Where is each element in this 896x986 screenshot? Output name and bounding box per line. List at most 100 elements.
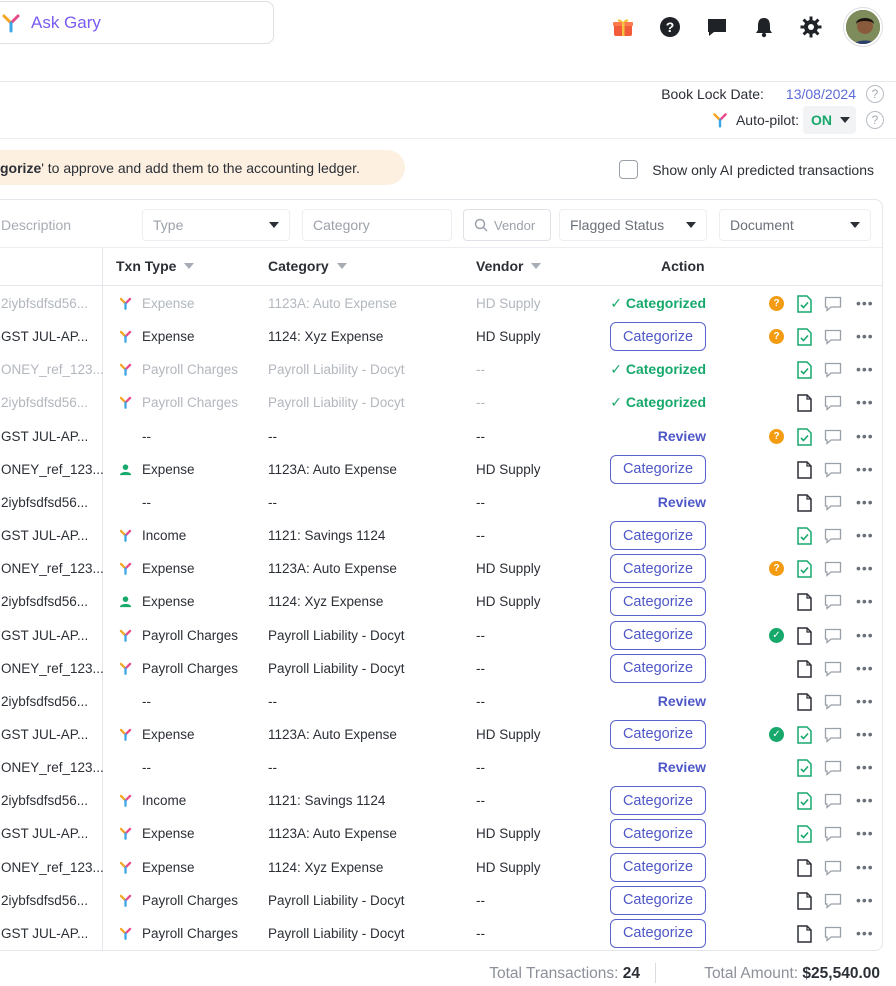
table-row[interactable]: 2iybfsdfsd56... Payroll Charges Payroll Li… <box>0 884 882 917</box>
more-options-icon[interactable]: ••• <box>856 825 874 841</box>
document-verified-icon[interactable] <box>797 560 812 578</box>
table-row[interactable]: GST JUL-AP... Income 1121: Savings 1124 -- C… <box>0 519 882 552</box>
comment-icon[interactable] <box>824 760 842 777</box>
table-row[interactable]: ONEY_ref_123... -- -- -- Review ••• <box>0 751 882 784</box>
avatar[interactable] <box>844 8 882 46</box>
comment-icon[interactable] <box>824 528 842 544</box>
flagged-question-icon[interactable]: ? <box>769 296 784 311</box>
comment-icon[interactable] <box>824 594 842 611</box>
more-options-icon[interactable]: ••• <box>856 494 874 510</box>
categorize-button[interactable]: Categorize <box>610 322 706 352</box>
categorize-button[interactable]: Categorize <box>610 852 706 882</box>
table-row[interactable]: GST JUL-AP... Expense 1123A: Auto Expense H… <box>0 817 882 850</box>
table-row[interactable]: 2iybfsdfsd56... Payroll Charges Payroll Li… <box>0 386 882 419</box>
categorize-button[interactable]: Categorize <box>610 885 706 915</box>
review-link[interactable]: Review <box>658 428 706 444</box>
flag-resolved-icon[interactable]: ✓ <box>769 627 784 643</box>
more-options-icon[interactable]: ••• <box>856 859 874 875</box>
comment-icon[interactable] <box>824 694 842 710</box>
document-verified-icon[interactable] <box>797 792 812 810</box>
more-options-icon[interactable]: ••• <box>856 593 874 609</box>
category-filter[interactable]: Category <box>302 209 452 241</box>
table-row[interactable]: GST JUL-AP... Payroll Charges Payroll Liab… <box>0 917 882 950</box>
comment-icon[interactable] <box>824 860 842 876</box>
comment-icon[interactable] <box>824 661 842 677</box>
table-row[interactable]: 2iybfsdfsd56... -- -- -- Review ••• <box>0 486 882 519</box>
more-options-icon[interactable]: ••• <box>856 461 874 477</box>
table-row[interactable]: GST JUL-AP... Expense 1123A: Auto Expense H… <box>0 718 882 751</box>
more-options-icon[interactable]: ••• <box>856 759 874 775</box>
comment-icon[interactable] <box>824 893 842 909</box>
comment-icon[interactable] <box>824 429 842 445</box>
table-row[interactable]: 2iybfsdfsd56... Expense 1124: Xyz Expense H… <box>0 585 882 618</box>
review-link[interactable]: Review <box>658 693 706 709</box>
categorize-button[interactable]: Categorize <box>610 653 706 683</box>
col-txn-type[interactable]: Txn Type <box>116 258 195 274</box>
more-options-icon[interactable]: ••• <box>856 394 874 410</box>
book-lock-help-icon[interactable]: ? <box>866 85 884 103</box>
table-row[interactable]: ONEY_ref_123... Payroll Charges Payroll Li… <box>0 652 882 685</box>
ai-predicted-filter[interactable]: Show only AI predicted transactions <box>619 160 874 179</box>
more-options-icon[interactable]: ••• <box>856 925 874 941</box>
table-row[interactable]: 2iybfsdfsd56... -- -- -- Review ••• <box>0 685 882 718</box>
help-icon[interactable]: ? <box>657 14 683 40</box>
review-link[interactable]: Review <box>658 494 706 510</box>
document-verified-icon[interactable] <box>797 527 812 545</box>
comment-icon[interactable] <box>824 628 842 644</box>
book-lock-value[interactable]: 13/08/2024 <box>786 86 856 102</box>
table-row[interactable]: 2iybfsdfsd56... Expense 1123A: Auto Expens… <box>0 287 882 320</box>
comment-icon[interactable] <box>824 561 842 578</box>
document-icon[interactable] <box>797 858 812 877</box>
table-row[interactable]: GST JUL-AP... Expense 1124: Xyz Expense HD … <box>0 320 882 353</box>
comment-icon[interactable] <box>824 395 842 412</box>
vendor-filter[interactable]: Vendor <box>463 209 551 241</box>
more-options-icon[interactable]: ••• <box>856 792 874 808</box>
gear-icon[interactable] <box>798 14 824 40</box>
document-verified-icon[interactable] <box>797 726 812 744</box>
review-link[interactable]: Review <box>658 759 706 775</box>
ask-gary-input[interactable]: Ask Gary <box>0 1 274 44</box>
table-row[interactable]: ONEY_ref_123... Expense 1124: Xyz Expense H… <box>0 851 882 884</box>
more-options-icon[interactable]: ••• <box>856 428 874 444</box>
comment-icon[interactable] <box>824 926 842 942</box>
more-options-icon[interactable]: ••• <box>856 892 874 908</box>
bell-icon[interactable] <box>751 14 777 40</box>
document-verified-icon[interactable] <box>797 759 812 777</box>
table-row[interactable]: ONEY_ref_123... Payroll Charges Payroll Li… <box>0 353 882 386</box>
document-icon[interactable] <box>797 394 812 413</box>
categorize-button[interactable]: Categorize <box>610 521 706 551</box>
description-filter[interactable]: Description <box>0 209 131 241</box>
document-verified-icon[interactable] <box>797 427 812 446</box>
table-row[interactable]: ONEY_ref_123... Expense 1123A: Auto Expens… <box>0 552 882 585</box>
flagged-status-filter[interactable]: Flagged Status <box>559 209 707 241</box>
document-verified-icon[interactable] <box>797 361 812 380</box>
more-options-icon[interactable]: ••• <box>856 295 874 311</box>
comment-icon[interactable] <box>824 362 842 379</box>
more-options-icon[interactable]: ••• <box>856 726 874 742</box>
document-filter[interactable]: Document <box>719 209 871 241</box>
type-filter[interactable]: Type <box>142 209 290 241</box>
flagged-question-icon[interactable]: ? <box>769 561 784 577</box>
gift-icon[interactable] <box>610 14 636 40</box>
document-icon[interactable] <box>797 659 812 678</box>
autopilot-dropdown[interactable]: ON <box>803 106 856 134</box>
comment-icon[interactable] <box>824 462 842 478</box>
comment-icon[interactable] <box>824 727 842 743</box>
more-options-icon[interactable]: ••• <box>856 627 874 643</box>
categorize-button[interactable]: Categorize <box>610 554 706 584</box>
document-icon[interactable] <box>797 693 812 711</box>
document-verified-icon[interactable] <box>797 295 812 313</box>
comment-icon[interactable] <box>824 826 842 843</box>
categorize-button[interactable]: Categorize <box>610 786 706 816</box>
categorize-button[interactable]: Categorize <box>610 819 706 849</box>
autopilot-help-icon[interactable]: ? <box>866 111 884 129</box>
document-icon[interactable] <box>797 925 812 943</box>
table-row[interactable]: ONEY_ref_123... Expense 1123A: Auto Expens… <box>0 453 882 486</box>
document-verified-icon[interactable] <box>797 825 812 844</box>
categorize-button[interactable]: Categorize <box>610 454 706 484</box>
document-icon[interactable] <box>797 593 812 612</box>
document-icon[interactable] <box>797 891 812 910</box>
document-icon[interactable] <box>797 494 812 512</box>
categorize-button[interactable]: Categorize <box>610 719 706 749</box>
document-icon[interactable] <box>797 626 812 645</box>
